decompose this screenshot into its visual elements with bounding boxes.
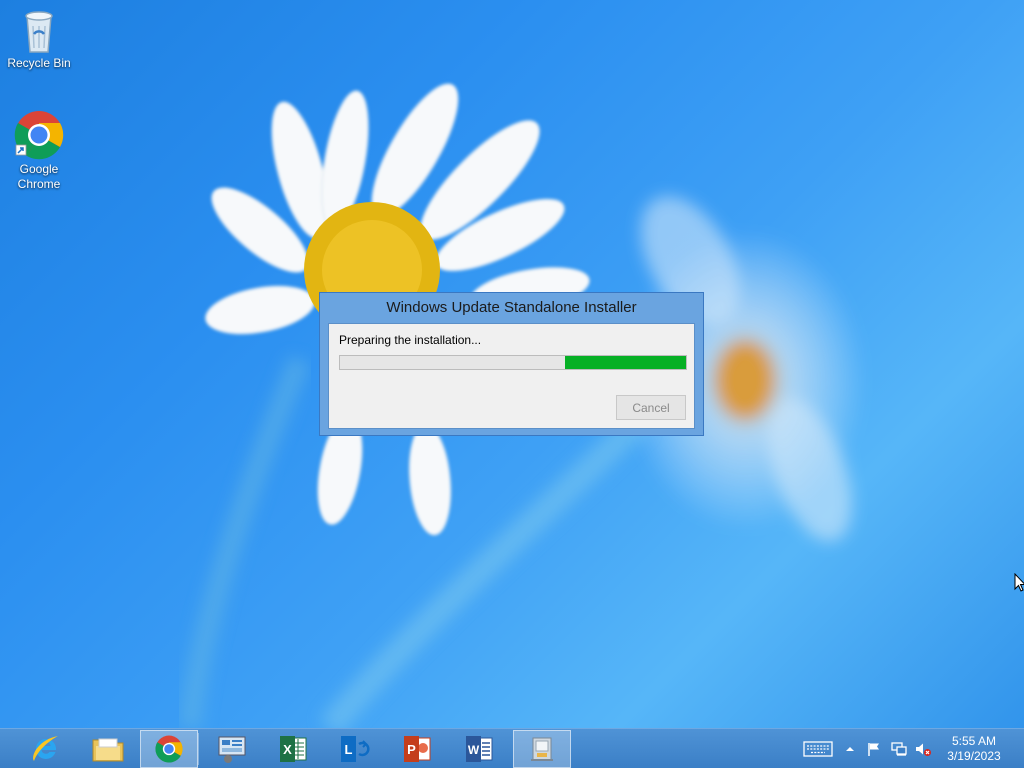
- action-center-flag-icon[interactable]: [865, 741, 883, 757]
- taskbar: X L P W 5:55 AM 3/19/2023: [0, 728, 1024, 768]
- taskbar-word[interactable]: W: [450, 730, 508, 768]
- svg-text:L: L: [345, 742, 353, 757]
- svg-text:X: X: [283, 742, 292, 757]
- desktop-icon-google-chrome[interactable]: Google Chrome: [1, 110, 77, 192]
- chrome-icon: [155, 735, 183, 763]
- taskbar-excel[interactable]: X: [264, 730, 322, 768]
- taskbar-update-installer[interactable]: [513, 730, 571, 768]
- taskbar-server-manager[interactable]: [203, 730, 261, 768]
- system-clock[interactable]: 5:55 AM 3/19/2023: [938, 734, 1010, 764]
- taskbar-lync[interactable]: L: [326, 730, 384, 768]
- server-manager-icon: [218, 736, 246, 763]
- internet-explorer-icon: [33, 736, 58, 761]
- dialog-body: Preparing the installation... Cancel: [328, 323, 695, 429]
- show-hidden-icons-icon[interactable]: [843, 741, 857, 757]
- powerpoint-icon: P: [404, 736, 431, 762]
- mouse-cursor-icon: [1014, 573, 1024, 592]
- status-text: Preparing the installation...: [339, 333, 482, 347]
- folder-icon: [92, 738, 124, 762]
- cancel-button[interactable]: Cancel: [616, 395, 686, 420]
- dialog-title: Windows Update Standalone Installer: [386, 299, 637, 316]
- installer-icon: [531, 737, 553, 761]
- taskbar-file-explorer[interactable]: [79, 730, 137, 768]
- taskbar-google-chrome[interactable]: [140, 730, 198, 768]
- network-icon[interactable]: [890, 741, 908, 757]
- word-icon: W: [466, 736, 493, 762]
- taskbar-internet-explorer[interactable]: [17, 730, 75, 768]
- desktop-icon-label: Google Chrome: [17, 162, 61, 191]
- keyboard-icon[interactable]: [803, 740, 833, 758]
- svg-text:W: W: [468, 743, 480, 757]
- taskbar-powerpoint[interactable]: P: [388, 730, 446, 768]
- excel-icon: X: [280, 736, 307, 762]
- installer-dialog: Windows Update Standalone Installer Prep…: [319, 292, 704, 436]
- volume-muted-icon[interactable]: [914, 741, 932, 757]
- clock-date: 3/19/2023: [947, 749, 1001, 763]
- lync-icon: L: [341, 736, 370, 762]
- recycle-bin-icon: [25, 11, 53, 53]
- progress-bar: [339, 355, 687, 370]
- progress-fill: [564, 356, 686, 369]
- clock-time: 5:55 AM: [951, 734, 997, 748]
- taskbar-separator: [198, 733, 199, 765]
- desktop-icon-label: Recycle Bin: [7, 56, 71, 70]
- svg-text:P: P: [407, 742, 416, 757]
- desktop-icon-recycle-bin[interactable]: Recycle Bin: [1, 6, 77, 71]
- chrome-icon: [14, 111, 64, 160]
